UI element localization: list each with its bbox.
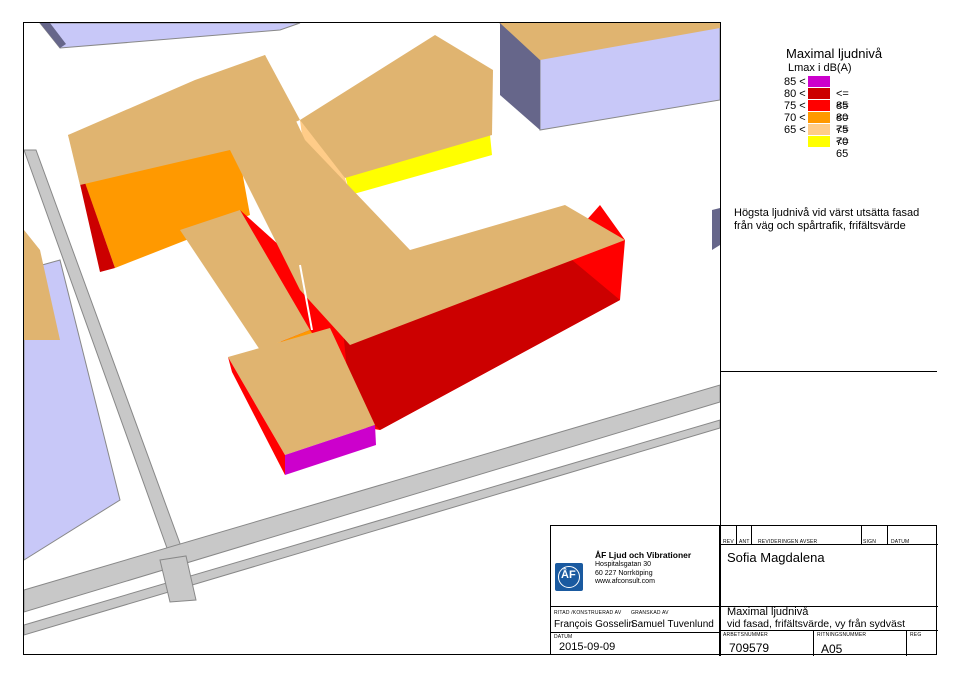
header-sign: SIGN [863,539,877,545]
label-drawing-number: RITNINGSNUMMER [817,632,867,638]
work-number: 709579 [729,641,770,655]
drawing-title: Maximal ljudnivå [727,606,809,618]
legend-upper: <= 65 [836,136,849,160]
checked-by: Samuel Tuvenlund [631,619,714,630]
label-date: DATUM [554,634,573,640]
legend-swatch [808,100,830,111]
label-reg: REG [910,632,922,638]
legend-swatch [808,76,830,87]
label-work-number: ARBETSNUMMER [723,632,768,638]
label-checked-by: GRANSKAD AV [631,610,669,616]
header-revision-subject: REVIDERINGEN AVSER [758,539,818,545]
drawing-subtitle: vid fasad, frifältsvärde, vy från sydväs… [727,618,905,630]
header-rev: REV [723,539,734,545]
drawing-date: 2015-09-09 [559,641,616,653]
company-address: Hospitalsgatan 30 [595,561,652,568]
project-name: Sofia Magdalena [727,550,825,565]
legend-swatch [808,136,830,147]
legend-unit: Lmax i dB(A) [788,62,852,74]
legend-swatch [808,88,830,99]
af-logo-text: ÅF [561,569,576,581]
company-website: www.afconsult.com [595,578,655,585]
drawing-number: A05 [821,642,843,656]
drawn-by: François Gosselin [554,619,635,630]
legend-swatch [808,124,830,135]
blank-panel [720,372,937,525]
label-drawn-by: RITAD /KONSTRUERAD AV [554,610,622,616]
header-date: DATUM [891,539,910,545]
header-ant: ANT [739,539,750,545]
company-postal: 60 227 Norrköping [595,570,653,577]
title-block: REV ANT REVIDERINGEN AVSER SIGN DATUM So… [550,525,938,656]
af-logo: ÅF [555,563,583,591]
company-name: ÅF Ljud och Vibrationer [595,550,692,560]
legend-title: Maximal ljudnivå [786,46,883,61]
legend-panel: Maximal ljudnivå Lmax i dB(A) 85 < 80 < … [720,22,937,372]
legend-swatch [808,112,830,123]
legend-description: Högsta ljudnivå vid värst utsätta fasad … [734,207,920,232]
